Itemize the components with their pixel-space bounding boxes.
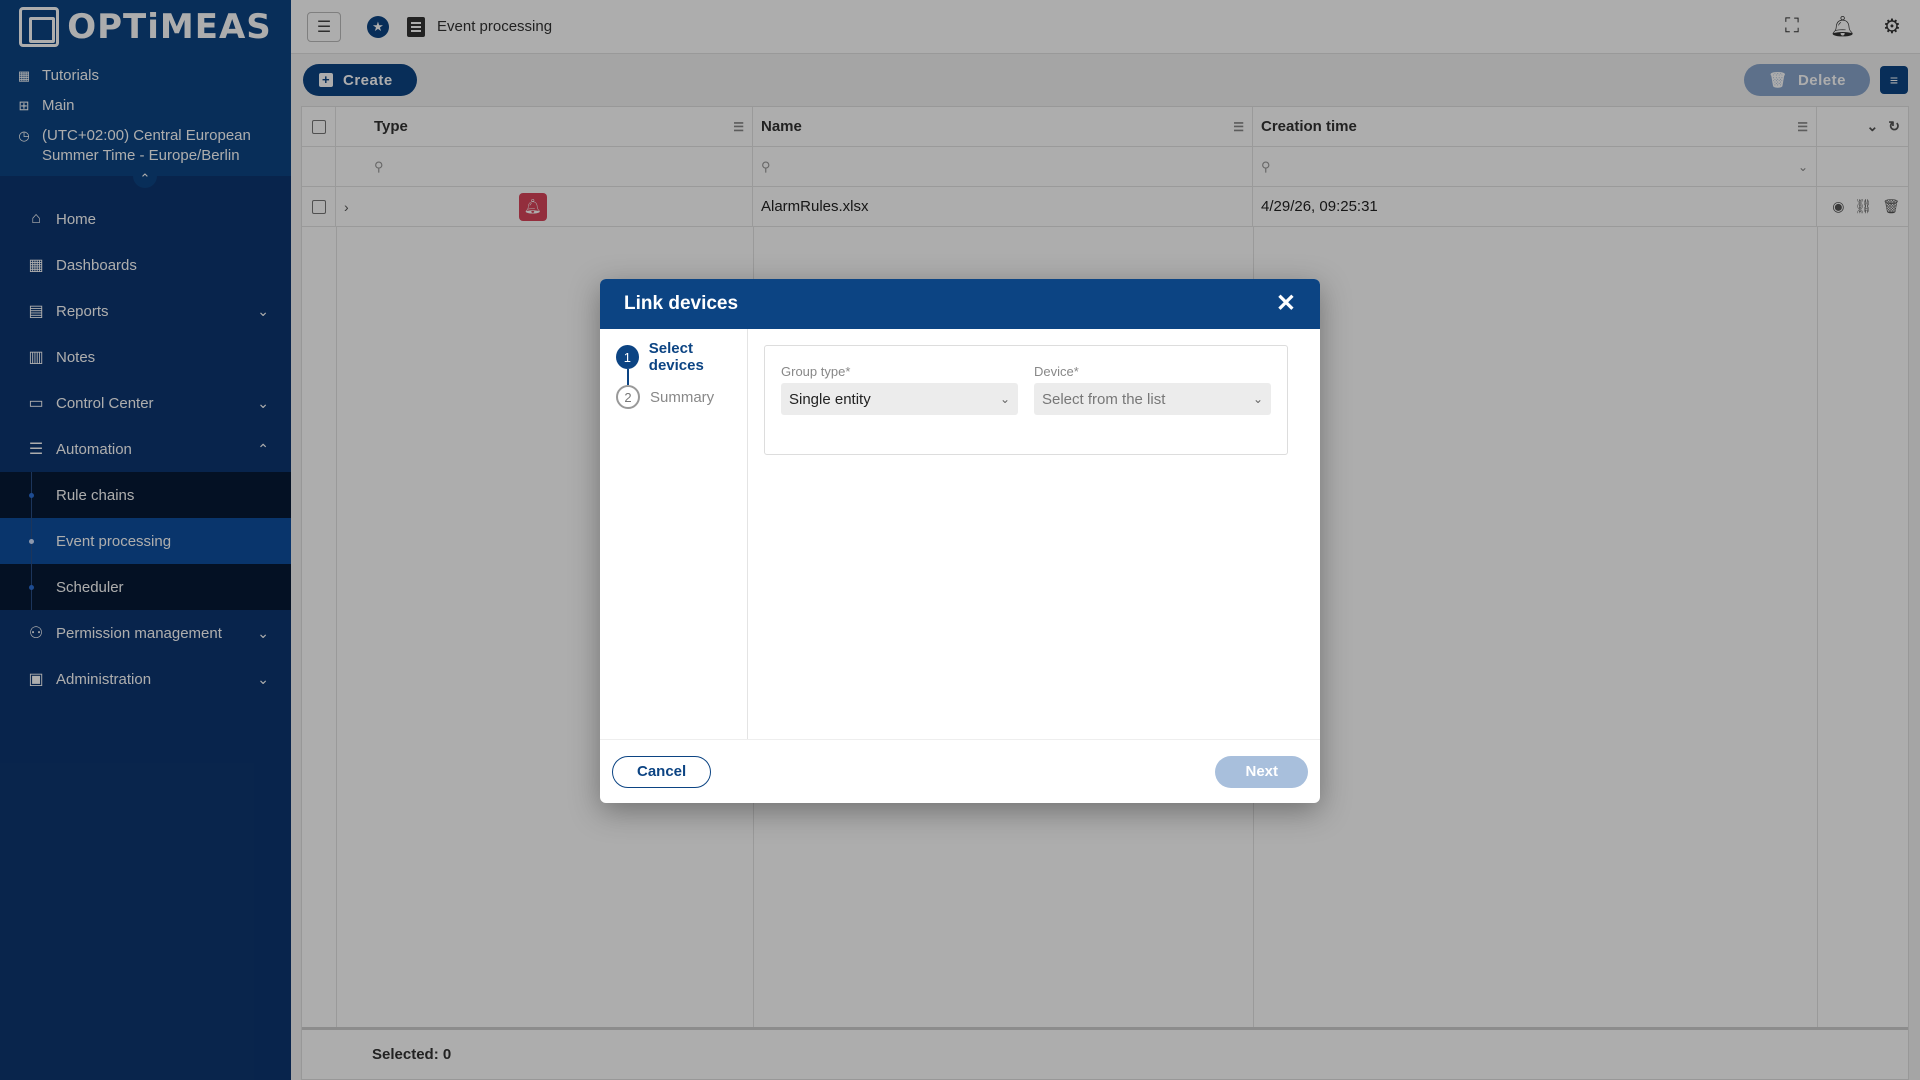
device-select[interactable]: Select from the list ⌄ [1034,383,1271,415]
link-devices-dialog: Link devices ✕ 1 Select devices 2 Summar… [600,279,1320,803]
group-type-field: Group type* Single entity ⌄ [781,364,1018,436]
dialog-footer: Cancel Next [600,739,1320,803]
dialog-body: 1 Select devices 2 Summary Group type* S… [600,329,1320,739]
dialog-header: Link devices ✕ [600,279,1320,329]
step-connector [627,369,629,385]
close-icon[interactable]: ✕ [1276,292,1296,316]
cancel-button[interactable]: Cancel [612,755,712,788]
device-field: Device* Select from the list ⌄ [1034,364,1271,436]
step-label: Select devices [648,340,704,374]
device-placeholder: Select from the list [1042,390,1166,408]
device-form: Group type* Single entity ⌄ Device* Sele… [764,345,1288,455]
step-number: 1 [616,345,639,369]
stepper: 1 Select devices 2 Summary [600,329,748,739]
chevron-down-icon: ⌄ [999,392,1010,406]
step-content: Group type* Single entity ⌄ Device* Sele… [748,329,1320,739]
chevron-down-icon: ⌄ [1252,392,1263,406]
dialog-title: Link devices [624,293,739,314]
step-select-devices[interactable]: 1 Select devices [616,340,747,374]
next-button[interactable]: Next [1215,755,1308,788]
step-summary[interactable]: 2 Summary [616,385,747,409]
step-number: 2 [616,385,640,409]
step-label: Summary [650,388,715,406]
device-label: Device* [1034,364,1079,379]
group-type-label: Group type* [781,364,851,379]
group-type-value: Single entity [789,390,871,408]
group-type-select[interactable]: Single entity ⌄ [781,383,1018,415]
